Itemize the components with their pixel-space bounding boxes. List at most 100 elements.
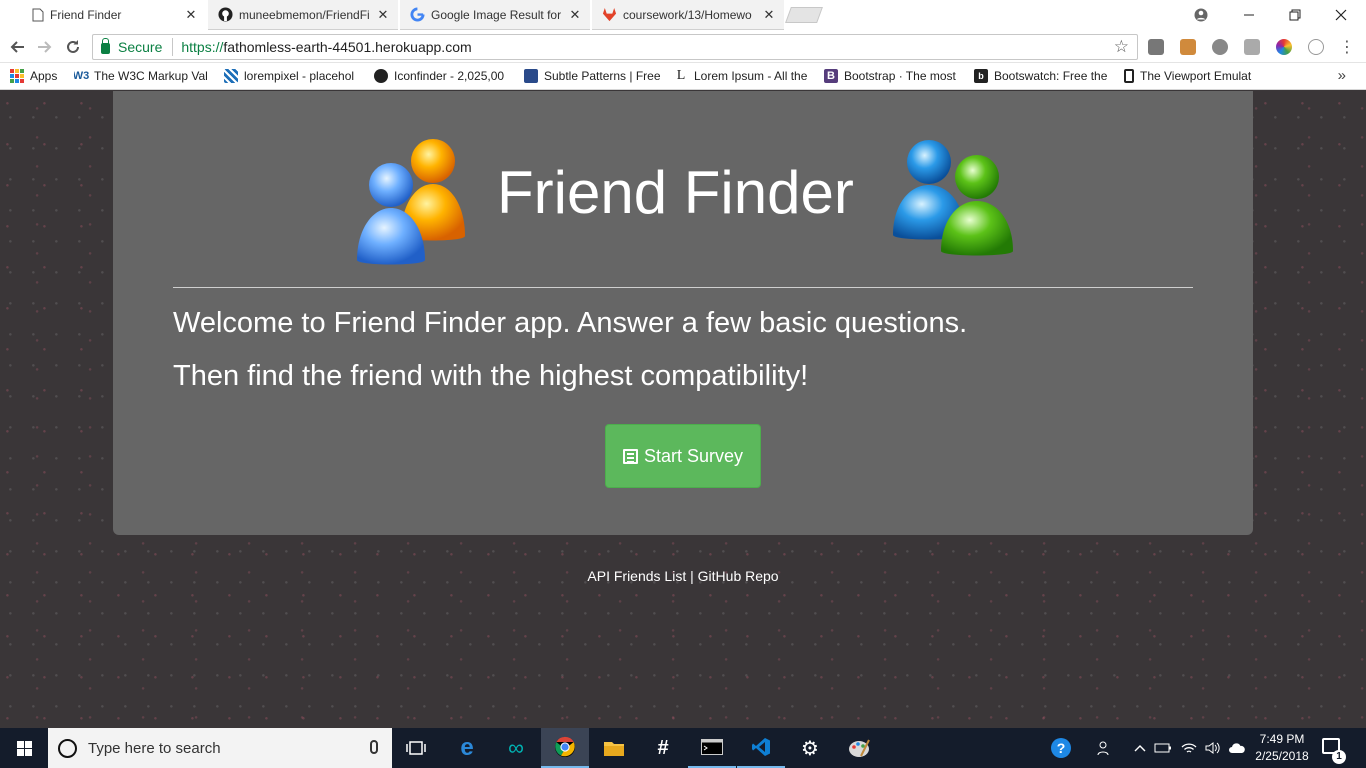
help-icon[interactable]: ? [1046,728,1076,768]
close-window-icon[interactable] [1318,0,1364,30]
back-icon[interactable] [6,36,28,58]
drive-extension-icon[interactable] [1244,39,1260,55]
vscode-icon[interactable] [737,728,785,768]
search-placeholder: Type here to search [88,739,221,757]
lock-icon [101,38,110,54]
api-friends-list-link[interactable]: API Friends List [587,568,686,584]
battery-icon[interactable] [1152,728,1174,768]
tab-friend-finder[interactable]: Friend Finder ✕ [22,0,206,30]
more-bookmarks-icon[interactable]: » [1338,67,1346,84]
bookmark-bootswatch[interactable]: b Bootswatch: Free the [974,63,1112,89]
file-explorer-icon[interactable] [590,728,638,768]
close-tab-icon[interactable]: ✕ [184,7,198,23]
microphone-icon[interactable] [370,740,378,754]
color-picker-extension-icon[interactable] [1276,39,1292,55]
task-view-icon[interactable] [392,728,440,768]
welcome-text: Welcome to Friend Finder app. Answer a f… [173,307,968,339]
bookmark-lorem-ipsum[interactable]: L Lorem Ipsum - All the [674,63,812,89]
taskbar-search[interactable]: Type here to search [48,728,392,768]
json-extension-icon[interactable] [1308,39,1324,55]
start-survey-button[interactable]: Start Survey [605,424,761,488]
start-survey-label: Start Survey [643,445,744,466]
edge-icon[interactable]: e [443,728,491,768]
bootstrap-icon: B [824,69,838,83]
wifi-icon[interactable] [1178,728,1200,768]
close-tab-icon[interactable]: ✕ [568,7,582,23]
people-icon[interactable] [1092,728,1118,768]
bookmark-label: lorempixel - placehol [244,69,355,83]
menu-icon[interactable]: ⋮ [1336,36,1358,58]
tab-gitlab[interactable]: coursework/13/Homewo ✕ [592,0,784,30]
settings-gear-icon[interactable]: ⚙ [786,728,834,768]
tab-strip: Friend Finder ✕ muneebmemon/FriendFi ✕ G… [0,0,1366,30]
taskbar: Type here to search e ∞ # ⚙ ? 7:49 PM 2/… [0,728,1366,768]
bookmark-bootstrap[interactable]: B Bootstrap · The most [824,63,960,89]
minimize-icon[interactable] [1226,0,1272,30]
bookmark-viewport-emulator[interactable]: The Viewport Emulat [1124,63,1264,89]
notification-badge: 1 [1332,750,1346,764]
cortana-icon [58,738,77,758]
bookmark-label: Iconfinder - 2,025,00 [394,69,505,83]
jumbotron: Friend Finder Welcome to Friend Finder a… [113,91,1253,535]
paint-icon[interactable] [835,728,883,768]
url-text[interactable]: https://fathomless-earth-44501.herokuapp… [181,39,471,55]
github-repo-link[interactable]: GitHub Repo [698,568,779,584]
page-title: Friend Finder [497,159,854,226]
friends-logo-left-icon [357,139,465,265]
close-tab-icon[interactable]: ✕ [762,7,776,23]
arduino-icon[interactable]: ∞ [492,728,540,768]
tab-title: coursework/13/Homewo [623,7,752,22]
address-bar[interactable]: Secure https://fathomless-earth-44501.he… [92,34,1138,60]
chrome-icon[interactable] [541,728,589,768]
tab-google-image[interactable]: Google Image Result for ✕ [400,0,590,30]
bookmark-lorempixel[interactable]: lorempixel - placehol [224,63,362,89]
clock-time: 7:49 PM [1259,732,1305,746]
bookmark-label: Lorem Ipsum - All the [694,69,808,83]
close-tab-icon[interactable]: ✕ [376,7,390,23]
onedrive-icon[interactable] [1226,728,1248,768]
new-tab-button[interactable] [785,7,823,23]
google-icon [410,7,425,22]
bookmark-star-icon[interactable]: ☆ [1114,37,1129,57]
github-icon [218,7,233,22]
windows-icon [16,740,32,756]
restore-icon[interactable] [1272,0,1318,30]
profile-icon[interactable] [1178,0,1224,30]
bookmark-subtle-patterns[interactable]: Subtle Patterns | Free [524,63,662,89]
subtle-patterns-icon [524,69,538,83]
ruler-extension-icon[interactable] [1180,39,1196,55]
system-clock[interactable]: 7:49 PM 2/25/2018 [1248,731,1316,765]
page-icon [32,8,44,22]
w3c-icon: W3 [74,70,90,82]
camera-extension-icon[interactable] [1148,39,1164,55]
title-row: Friend Finder [113,136,1253,271]
footer-separator: | [686,568,698,584]
lorem-ipsum-icon: L [676,68,686,83]
tab-title: Google Image Result for [431,7,562,22]
forward-icon[interactable] [34,36,56,58]
tab-github[interactable]: muneebmemon/FriendFi ✕ [208,0,398,30]
gitlab-icon [602,7,617,22]
start-button[interactable] [0,728,48,768]
browser-toolbar: Secure https://fathomless-earth-44501.he… [0,30,1366,63]
page-body: Friend Finder Welcome to Friend Finder a… [0,91,1366,728]
bootswatch-icon: b [974,69,988,83]
bookmark-iconfinder[interactable]: Iconfinder - 2,025,00 [374,63,512,89]
tab-title: Friend Finder [50,8,122,22]
iconfinder-icon [374,69,388,83]
slack-icon[interactable]: # [639,728,687,768]
volume-icon[interactable] [1202,728,1224,768]
bug-extension-icon[interactable] [1212,39,1228,55]
clock-date: 2/25/2018 [1255,749,1309,763]
list-icon [622,448,638,464]
bookmark-apps[interactable]: Apps [10,63,57,89]
reload-icon[interactable] [62,36,84,58]
tab-title: muneebmemon/FriendFi [239,7,370,22]
bookmark-label: Bootswatch: Free the [994,69,1108,83]
terminal-icon[interactable] [688,728,736,768]
show-hidden-icons[interactable] [1130,728,1150,768]
bookmark-w3c[interactable]: W3 The W3C Markup Val [74,63,212,89]
secure-label: Secure [118,39,163,55]
bookmark-label: Bootstrap · The most [844,69,956,83]
lorempixel-icon [224,69,238,83]
